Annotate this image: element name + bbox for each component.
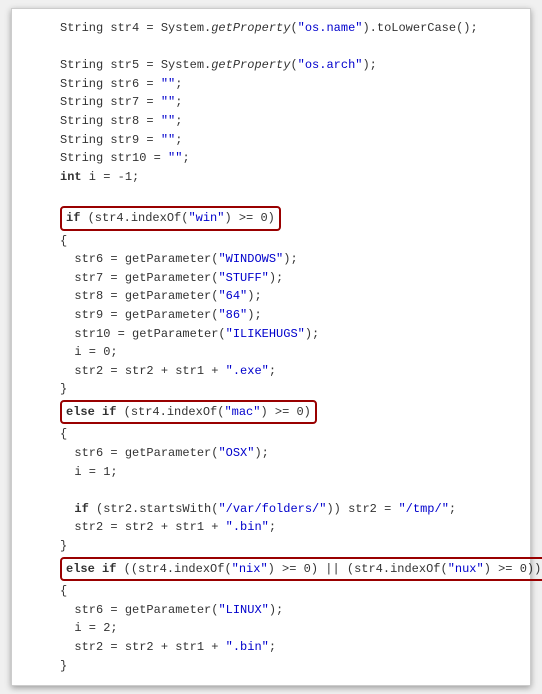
code-text: (str2.startsWith(: [89, 502, 219, 516]
code-text: );: [305, 327, 319, 341]
code-line: str6 = getParameter(: [74, 446, 218, 460]
keyword-int: int: [60, 170, 82, 184]
code-line: String str10 =: [60, 151, 168, 165]
string-literal: "mac": [224, 405, 260, 419]
code-line: String str5 = System.: [60, 58, 211, 72]
code-line: str6 = getParameter(: [74, 252, 218, 266]
code-text: ;: [182, 151, 189, 165]
string-literal: ".bin": [226, 640, 269, 654]
string-literal: ".exe": [226, 364, 269, 378]
string-literal: "ILIKEHUGS": [226, 327, 305, 341]
string-literal: "": [168, 151, 182, 165]
code-line: str2 = str2 + str1 +: [74, 520, 225, 534]
code-text: ) >= 0)): [484, 562, 542, 576]
code-text: );: [254, 446, 268, 460]
code-text: (: [290, 21, 297, 35]
code-line: String str6 =: [60, 77, 161, 91]
string-literal: "STUFF": [218, 271, 268, 285]
code-text: );: [269, 603, 283, 617]
brace-close: }: [60, 659, 67, 673]
string-literal: "": [161, 114, 175, 128]
string-literal: "os.arch": [298, 58, 363, 72]
code-text: );: [247, 289, 261, 303]
method-name: getProperty: [211, 21, 290, 35]
string-literal: "nux": [448, 562, 484, 576]
code-line: String str4 = System.: [60, 21, 211, 35]
code-text: ;: [175, 95, 182, 109]
code-text: ;: [449, 502, 456, 516]
string-literal: "86": [218, 308, 247, 322]
code-text: (: [290, 58, 297, 72]
string-literal: "os.name": [298, 21, 363, 35]
code-text: ((str4.indexOf(: [116, 562, 231, 576]
code-text: ;: [269, 364, 276, 378]
brace-close: }: [60, 539, 67, 553]
code-line: str8 = getParameter(: [74, 289, 218, 303]
string-literal: "/tmp/": [398, 502, 448, 516]
code-line: str6 = getParameter(: [74, 603, 218, 617]
code-text: );: [247, 308, 261, 322]
code-line: str2 = str2 + str1 +: [74, 364, 225, 378]
code-text: ;: [175, 77, 182, 91]
string-literal: "WINDOWS": [218, 252, 283, 266]
code-text: ) >= 0): [224, 211, 274, 225]
string-literal: "nix": [232, 562, 268, 576]
code-text: );: [269, 271, 283, 285]
code-text: )) str2 =: [326, 502, 398, 516]
code-text: ).toLowerCase();: [362, 21, 477, 35]
keyword-if: if: [74, 502, 88, 516]
code-text: ;: [175, 114, 182, 128]
code-line: str7 = getParameter(: [74, 271, 218, 285]
string-literal: "OSX": [218, 446, 254, 460]
code-text: ;: [175, 133, 182, 147]
code-line: str9 = getParameter(: [74, 308, 218, 322]
code-line: i = 2;: [74, 621, 117, 635]
code-line: str10 = getParameter(: [74, 327, 225, 341]
string-literal: "LINUX": [218, 603, 268, 617]
string-literal: ".bin": [226, 520, 269, 534]
keyword-else-if: else if: [66, 562, 116, 576]
brace-open: {: [60, 427, 67, 441]
highlight-win-branch: if (str4.indexOf("win") >= 0): [60, 206, 281, 231]
code-line: String str7 =: [60, 95, 161, 109]
code-line: i = 1;: [74, 465, 117, 479]
string-literal: "win": [188, 211, 224, 225]
code-text: );: [362, 58, 376, 72]
brace-open: {: [60, 584, 67, 598]
code-text: );: [283, 252, 297, 266]
code-text: (str4.indexOf(: [80, 211, 188, 225]
method-name: getProperty: [211, 58, 290, 72]
string-literal: "64": [218, 289, 247, 303]
code-text: ) >= 0): [260, 405, 310, 419]
code-text: ;: [269, 520, 276, 534]
code-block: String str4 = System.getProperty("os.nam…: [60, 19, 522, 675]
code-text: ;: [269, 640, 276, 654]
code-line: String str8 =: [60, 114, 161, 128]
code-text: (str4.indexOf(: [116, 405, 224, 419]
string-literal: "": [161, 77, 175, 91]
keyword-if: if: [66, 211, 80, 225]
code-line: str2 = str2 + str1 +: [74, 640, 225, 654]
code-line: i = 0;: [74, 345, 117, 359]
brace-close: }: [60, 382, 67, 396]
brace-open: {: [60, 234, 67, 248]
highlight-nix-branch: else if ((str4.indexOf("nix") >= 0) || (…: [60, 557, 542, 582]
code-text: ) >= 0) || (str4.indexOf(: [268, 562, 448, 576]
keyword-else-if: else if: [66, 405, 116, 419]
string-literal: "/var/folders/": [218, 502, 326, 516]
highlight-mac-branch: else if (str4.indexOf("mac") >= 0): [60, 400, 317, 425]
string-literal: "": [161, 133, 175, 147]
code-text: i = -1;: [82, 170, 140, 184]
string-literal: "": [161, 95, 175, 109]
code-line: String str9 =: [60, 133, 161, 147]
code-snippet-panel: String str4 = System.getProperty("os.nam…: [11, 8, 531, 686]
